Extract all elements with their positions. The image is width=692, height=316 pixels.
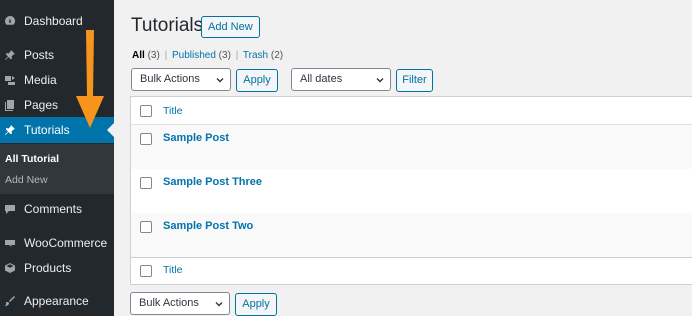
tutorials-submenu: All Tutorial Add New xyxy=(0,144,114,194)
column-title-footer[interactable]: Title xyxy=(163,264,182,276)
dashboard-icon xyxy=(4,15,16,27)
select-all-checkbox-footer[interactable] xyxy=(140,265,152,277)
bulk-actions-value: Bulk Actions xyxy=(140,73,200,85)
filter-trash-count: (2) xyxy=(270,50,284,61)
filter-separator: | xyxy=(235,50,239,61)
products-icon xyxy=(4,262,16,274)
row-checkbox[interactable] xyxy=(140,177,152,189)
submenu-all-tutorial[interactable]: All Tutorial xyxy=(5,153,59,165)
chevron-down-icon xyxy=(376,78,384,83)
dates-select[interactable]: All dates xyxy=(291,68,391,91)
menu-item-label: Tutorials xyxy=(24,123,70,137)
menu-item-label: Dashboard xyxy=(24,14,83,28)
filter-published-count: (3) xyxy=(218,50,231,61)
posts-table: Title Sample Post Sample Post Three Samp… xyxy=(130,96,692,285)
table-row: Sample Post Three xyxy=(131,169,692,213)
filter-all[interactable]: All xyxy=(132,50,145,61)
table-row: Sample Post Two xyxy=(131,213,692,257)
woo-icon xyxy=(4,237,16,249)
row-checkbox[interactable] xyxy=(140,133,152,145)
row-checkbox[interactable] xyxy=(140,221,152,233)
menu-item-comments[interactable]: Comments xyxy=(0,196,114,222)
menu-item-label: Products xyxy=(24,261,72,275)
page-title: Tutorials xyxy=(131,15,204,36)
post-title-link[interactable]: Sample Post xyxy=(163,132,229,144)
pages-icon xyxy=(4,99,16,111)
status-filter-links: All (3) | Published (3) | Trash (2) xyxy=(132,50,283,61)
pin-icon xyxy=(4,49,16,61)
filter-all-count: (3) xyxy=(147,50,160,61)
post-title-link[interactable]: Sample Post Three xyxy=(163,176,262,188)
menu-item-label: WooCommerce xyxy=(24,236,108,250)
add-new-button[interactable]: Add New xyxy=(201,16,260,38)
annotation-arrow-icon xyxy=(76,30,104,128)
apply-button-bottom[interactable]: Apply xyxy=(235,293,277,316)
apply-button-top[interactable]: Apply xyxy=(236,69,278,92)
menu-item-label: Comments xyxy=(24,202,83,216)
menu-item-label: Appearance xyxy=(24,294,89,308)
chevron-down-icon xyxy=(215,302,223,307)
bulk-actions-value: Bulk Actions xyxy=(139,297,199,309)
filter-separator: | xyxy=(164,50,168,61)
table-header-row: Title xyxy=(131,97,692,124)
table-footer-row: Title xyxy=(131,258,692,285)
filter-trash[interactable]: Trash xyxy=(243,50,268,61)
filter-button[interactable]: Filter xyxy=(396,69,433,92)
pin-icon xyxy=(4,124,16,136)
submenu-add-new[interactable]: Add New xyxy=(5,174,48,186)
chevron-down-icon xyxy=(216,78,224,83)
menu-item-label: Posts xyxy=(24,48,55,62)
comment-icon xyxy=(4,203,16,215)
bulk-actions-select-bottom[interactable]: Bulk Actions xyxy=(130,292,230,315)
menu-item-appearance[interactable]: Appearance xyxy=(0,288,114,314)
filter-published[interactable]: Published xyxy=(172,50,216,61)
media-icon xyxy=(4,74,16,86)
menu-item-label: Pages xyxy=(24,98,59,112)
dates-value: All dates xyxy=(300,73,343,85)
menu-item-woocommerce[interactable]: WooCommerce xyxy=(0,230,114,256)
select-all-checkbox[interactable] xyxy=(140,105,152,117)
menu-item-label: Media xyxy=(24,73,57,87)
post-title-link[interactable]: Sample Post Two xyxy=(163,220,253,232)
main-content: Tutorials Add New All (3) | Published (3… xyxy=(114,0,692,316)
column-title-header[interactable]: Title xyxy=(163,105,182,117)
table-row: Sample Post xyxy=(131,125,692,169)
brush-icon xyxy=(4,295,16,307)
bulk-actions-select-top[interactable]: Bulk Actions xyxy=(131,68,231,91)
menu-item-products[interactable]: Products xyxy=(0,255,114,281)
